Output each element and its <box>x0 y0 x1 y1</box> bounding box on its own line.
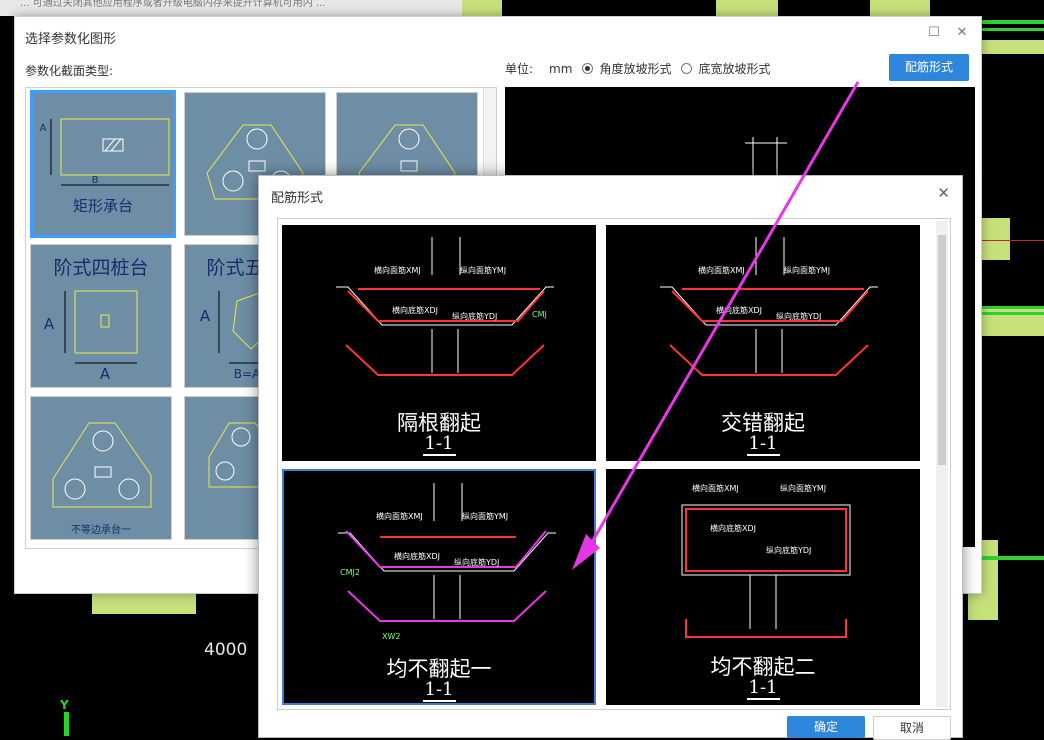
rebar-form-button[interactable]: 配筋形式 <box>889 54 969 81</box>
svg-text:纵向面筋YMJ: 纵向面筋YMJ <box>780 483 826 493</box>
dialog-title: 配筋形式 <box>271 191 324 206</box>
svg-text:纵向面筋YMJ: 纵向面筋YMJ <box>460 265 506 275</box>
dialog-title: 选择参数化图形 <box>25 32 117 47</box>
memory-warning-text: ... 可通过关闭其他应用程序或者升级电脑内存来提升计算机可用内 ... <box>0 0 490 16</box>
ok-button[interactable]: 确定 <box>787 716 865 738</box>
svg-text:横向面筋XMJ: 横向面筋XMJ <box>692 483 739 493</box>
svg-text:横向底筋XDJ: 横向底筋XDJ <box>710 523 756 533</box>
angle-slope-label[interactable]: 角度放坡形式 <box>599 60 671 77</box>
close-icon[interactable]: ✕ <box>937 184 950 202</box>
dim-b-label: A <box>99 365 111 383</box>
svg-text:横向面筋XMJ: 横向面筋XMJ <box>376 511 423 521</box>
svg-text:纵向面筋YMJ: 纵向面筋YMJ <box>784 265 830 275</box>
svg-text:纵向底筋YDJ: 纵向底筋YDJ <box>452 311 497 321</box>
svg-text:横向面筋XMJ: 横向面筋XMJ <box>374 265 421 275</box>
cad-panel <box>92 592 196 614</box>
cancel-button[interactable]: 取消 <box>873 716 951 740</box>
option-section: 1-1 <box>422 679 456 702</box>
unit-value: mm <box>549 61 573 76</box>
svg-text:CMJ2: CMJ2 <box>340 568 360 577</box>
cad-panel <box>980 40 1044 54</box>
angle-slope-radio[interactable] <box>582 63 594 74</box>
cad-panel <box>462 0 502 16</box>
width-slope-label[interactable]: 底宽放坡形式 <box>698 60 770 77</box>
svg-text:横向面筋XMJ: 横向面筋XMJ <box>698 265 745 275</box>
cad-beam <box>980 28 1044 31</box>
width-slope-radio[interactable] <box>681 63 693 74</box>
rebar-option-alternate-up[interactable]: 横向面筋XMJ 纵向面筋YMJ 横向底筋XDJ 纵向底筋YDJ CMJ 隔根翻起… <box>282 225 596 461</box>
svg-text:CMJ: CMJ <box>532 310 547 319</box>
maximize-icon[interactable]: ☐ <box>927 26 941 40</box>
thumb-rect-cap[interactable]: A B 矩形承台 <box>30 90 176 238</box>
close-icon[interactable]: ✕ <box>955 26 969 40</box>
rebar-option-grid: 横向面筋XMJ 纵向面筋YMJ 横向底筋XDJ 纵向底筋YDJ CMJ 隔根翻起… <box>277 218 951 710</box>
rebar-option-no-bend-2[interactable]: 横向面筋XMJ 纵向面筋YMJ 横向底筋XDJ 纵向底筋YDJ 均不翻起二 1-… <box>606 469 920 705</box>
svg-text:横向底筋XDJ: 横向底筋XDJ <box>394 551 440 561</box>
dim-b-label: B <box>91 175 99 186</box>
cad-panel <box>870 0 930 16</box>
svg-text:XW2: XW2 <box>382 632 400 641</box>
thumb-unequal-cap-1[interactable]: 不等边承台一 <box>30 396 172 540</box>
dim-a-label: A <box>199 307 211 325</box>
svg-text:纵向底筋YDJ: 纵向底筋YDJ <box>454 557 499 567</box>
cad-beam <box>980 20 1044 24</box>
rebar-option-staggered-up[interactable]: 横向面筋XMJ 纵向面筋YMJ 横向底筋XDJ 纵向底筋YDJ 交错翻起 1-1 <box>606 225 920 461</box>
dim-a-label: A <box>39 123 47 134</box>
cad-panel <box>716 0 778 16</box>
option-section: 1-1 <box>422 433 456 456</box>
dim-a-label: A <box>43 315 55 333</box>
unequal-cap-1-figure <box>52 422 152 508</box>
svg-text:纵向底筋YDJ: 纵向底筋YDJ <box>776 311 821 321</box>
scrollbar-thumb[interactable] <box>938 235 946 465</box>
axis-y-label: Y <box>60 698 69 712</box>
svg-text:横向底筋XDJ: 横向底筋XDJ <box>392 305 438 315</box>
svg-text:纵向面筋YMJ: 纵向面筋YMJ <box>462 511 508 521</box>
dimension-label: 4000 <box>204 640 248 660</box>
thumb-caption: 矩形承台 <box>72 197 133 215</box>
unit-label: 单位: <box>505 62 534 76</box>
thumb-caption: 不等边承台一 <box>71 525 131 536</box>
cad-panel <box>980 218 1010 260</box>
option-section: 1-1 <box>746 433 780 456</box>
unit-bar: 单位: mm 角度放坡形式 底宽放坡形式 <box>505 60 770 77</box>
option-section: 1-1 <box>746 677 780 700</box>
thumb-caption: 阶式四桩台 <box>53 257 149 279</box>
svg-text:纵向底筋YDJ: 纵向底筋YDJ <box>766 545 811 555</box>
axis-y-indicator <box>64 712 69 736</box>
section-type-label: 参数化截面类型: <box>25 64 114 78</box>
option-scrollbar[interactable] <box>936 221 948 707</box>
rebar-option-no-bend-1[interactable]: 横向面筋XMJ 纵向面筋YMJ 横向底筋XDJ 纵向底筋YDJ CMJ2 XW2… <box>282 469 596 705</box>
rebar-form-dialog: 配筋形式 ✕ 横向面筋XMJ 纵向面筋YMJ 横向底筋XDJ 纵向底筋YDJ C… <box>258 175 963 740</box>
svg-text:横向底筋XDJ: 横向底筋XDJ <box>716 305 762 315</box>
